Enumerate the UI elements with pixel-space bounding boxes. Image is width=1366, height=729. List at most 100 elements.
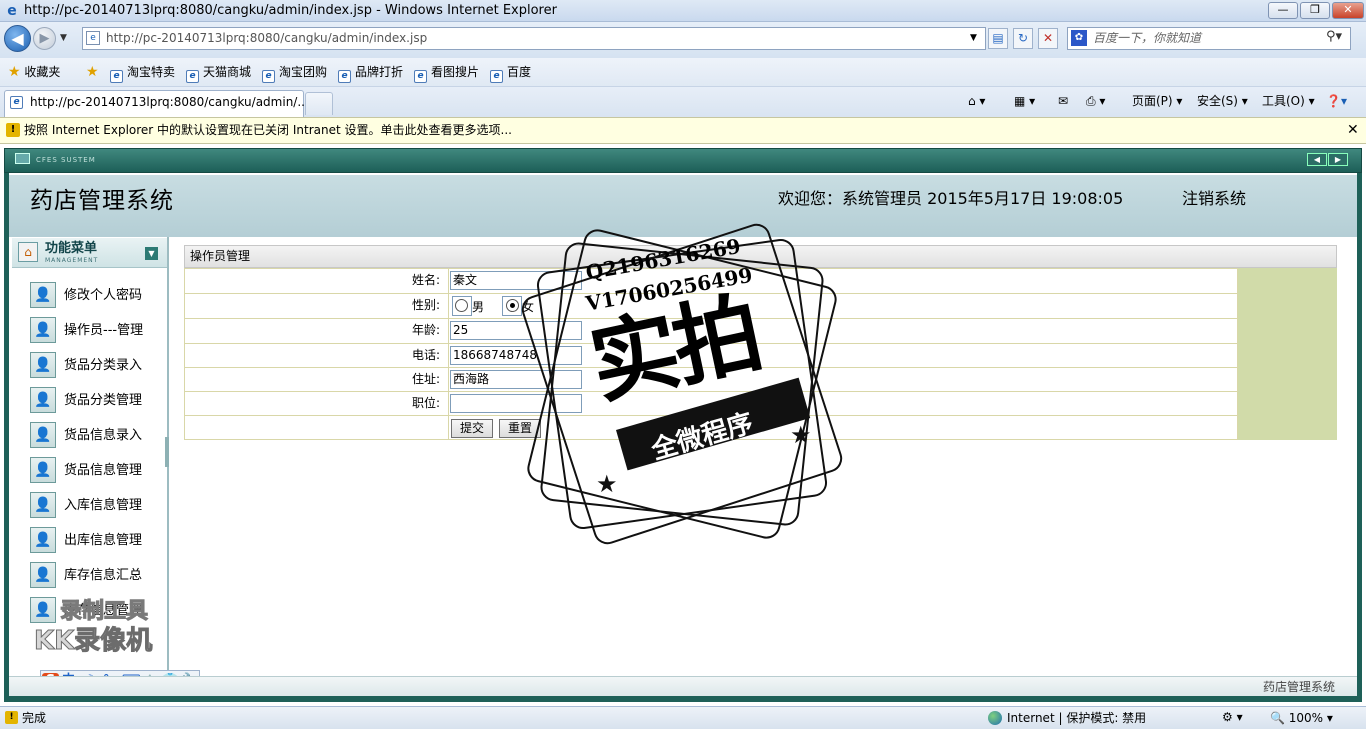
new-tab-button[interactable] (305, 92, 333, 115)
user-icon: 👤 (30, 457, 56, 483)
sidebar-item-outbound-management[interactable]: 👤 出库信息管理 (30, 527, 165, 554)
ie-page-icon: e (338, 70, 351, 83)
panel-title: 操作员管理 (190, 249, 251, 263)
user-icon: 👤 (30, 597, 56, 623)
app-title: 药店管理系统 (30, 188, 174, 214)
age-label: 年龄: (411, 323, 440, 337)
ie-page-icon: e (490, 70, 503, 83)
user-icon: 👤 (30, 282, 56, 308)
star-icon: ★ (790, 421, 812, 449)
security-zone[interactable]: Internet | 保护模式: 禁用 (1007, 711, 1146, 725)
star-icon: ★ (596, 470, 618, 498)
recent-pages-dropdown[interactable]: ▼ (60, 31, 72, 45)
shield-icon: ! (6, 123, 20, 137)
shield-icon: ! (5, 711, 18, 724)
phone-label: 电话: (411, 348, 440, 362)
app-footer (9, 676, 1357, 696)
menu-home-icon: ⌂ (18, 242, 38, 262)
tools-menu[interactable]: 工具(O) ▾ (1262, 93, 1315, 109)
user-icon: 👤 (30, 422, 56, 448)
collapse-icon[interactable]: ▼ (145, 247, 158, 260)
ie-page-icon: e (414, 70, 427, 83)
kk-watermark-line1: 录制工具 (59, 599, 149, 624)
infobar-close-icon[interactable]: ✕ (1347, 121, 1359, 139)
search-icon[interactable]: ⚲▾ (1326, 29, 1342, 45)
app-topbar (4, 148, 1362, 173)
sidebar-item-inbound-management[interactable]: 👤 入库信息管理 (30, 492, 165, 519)
mail-icon[interactable]: ✉ (1058, 93, 1068, 109)
favorite-link[interactable]: e 淘宝特卖 (110, 64, 175, 83)
safety-menu[interactable]: 安全(S) ▾ (1197, 93, 1248, 109)
favorite-link[interactable]: e 看图搜片 (414, 64, 479, 83)
compatibility-view-icon[interactable]: ▤ (988, 28, 1008, 49)
tab-title[interactable]: http://pc-20140713lprq:8080/cangku/admin… (30, 95, 309, 110)
gender-male-radio[interactable] (455, 299, 468, 312)
stop-icon[interactable]: ✕ (1038, 28, 1058, 49)
sidebar-item-stock-summary[interactable]: 👤 库存信息汇总 (30, 562, 165, 589)
user-icon: 👤 (30, 317, 56, 343)
popup-blocker-icon[interactable]: ⚙ ▾ (1222, 710, 1243, 724)
sidebar-item-operator-management[interactable]: 👤 操作员---管理 (30, 317, 165, 344)
kk-watermark-line2: KK录像机 (33, 626, 153, 657)
address-label: 住址: (411, 372, 440, 386)
sidebar-splitter[interactable] (165, 437, 169, 467)
system-label: CFES SUSTEM (36, 156, 96, 164)
address-dropdown-icon[interactable]: ▼ (970, 31, 977, 45)
next-arrow-icon[interactable]: ▶ (1328, 153, 1348, 166)
search-placeholder[interactable]: 百度一下，你就知道 (1093, 31, 1201, 46)
favorite-link[interactable]: e 淘宝团购 (262, 64, 327, 83)
page-icon: e (86, 31, 100, 45)
favorite-link[interactable]: e 品牌打折 (338, 64, 403, 83)
baidu-paw-icon: ✿ (1071, 30, 1087, 46)
feeds-icon[interactable]: ▦ ▾ (1014, 93, 1035, 109)
footer-text: 药店管理系统 (1263, 680, 1336, 694)
user-icon: 👤 (30, 387, 56, 413)
star-icon: ★ (8, 64, 21, 80)
ie-page-icon: e (262, 70, 275, 83)
back-button[interactable]: ◀ (4, 25, 31, 52)
user-icon: 👤 (30, 352, 56, 378)
information-bar-text[interactable]: 按照 Internet Explorer 中的默认设置现在已关闭 Intrane… (24, 123, 512, 138)
gender-male-label: 男 (472, 300, 485, 314)
maximize-button[interactable]: ❐ (1300, 2, 1330, 19)
sidebar-item-category-entry[interactable]: 👤 货品分类录入 (30, 352, 165, 379)
favorite-link[interactable]: e 百度 (490, 64, 531, 83)
print-icon[interactable]: ⎙ ▾ (1086, 93, 1105, 109)
status-bar (0, 706, 1366, 729)
submit-button[interactable]: 提交 (451, 419, 493, 438)
sidebar-item-change-password[interactable]: 👤 修改个人密码 (30, 282, 165, 309)
name-label: 姓名: (411, 273, 440, 287)
zoom-level[interactable]: 🔍 100% ▾ (1270, 711, 1333, 725)
sidebar-item-goods-entry[interactable]: 👤 货品信息录入 (30, 422, 165, 449)
add-favorite-icon[interactable]: ★ (86, 64, 99, 81)
favorite-link[interactable]: e 天猫商城 (186, 64, 251, 83)
monitor-icon (15, 153, 30, 164)
user-icon: 👤 (30, 562, 56, 588)
ie-page-icon: e (110, 70, 123, 83)
favorites-button[interactable]: ★ 收藏夹 (8, 64, 60, 81)
refresh-icon[interactable]: ↻ (1013, 28, 1033, 49)
globe-icon (988, 711, 1002, 725)
forward-button[interactable]: ▶ (33, 27, 56, 50)
sidebar-item-goods-management[interactable]: 👤 货品信息管理 (30, 457, 165, 484)
home-icon[interactable]: ⌂ ▾ (968, 93, 985, 109)
ie-page-icon: e (186, 70, 199, 83)
window-title: http://pc-20140713lprq:8080/cangku/admin… (24, 3, 557, 18)
logout-link[interactable]: 注销系统 (1182, 189, 1246, 209)
frame-bottom (4, 696, 1362, 702)
menu-subtitle: MANAGEMENT (45, 257, 99, 264)
user-icon: 👤 (30, 527, 56, 553)
prev-arrow-icon[interactable]: ◀ (1307, 153, 1327, 166)
menu-title: 功能菜单 (45, 241, 98, 256)
status-text: 完成 (22, 711, 47, 725)
ie-logo-icon: e (7, 3, 17, 19)
close-window-button[interactable]: ✕ (1332, 2, 1364, 19)
sidebar-item-category-management[interactable]: 👤 货品分类管理 (30, 387, 165, 414)
frame-right (1357, 173, 1362, 701)
position-label: 职位: (411, 396, 440, 410)
page-menu[interactable]: 页面(P) ▾ (1132, 93, 1182, 109)
help-icon[interactable]: ❓▾ (1326, 93, 1347, 109)
address-url[interactable]: http://pc-20140713lprq:8080/cangku/admin… (106, 31, 427, 46)
minimize-button[interactable]: — (1268, 2, 1298, 19)
tab-page-icon: e (10, 96, 23, 109)
